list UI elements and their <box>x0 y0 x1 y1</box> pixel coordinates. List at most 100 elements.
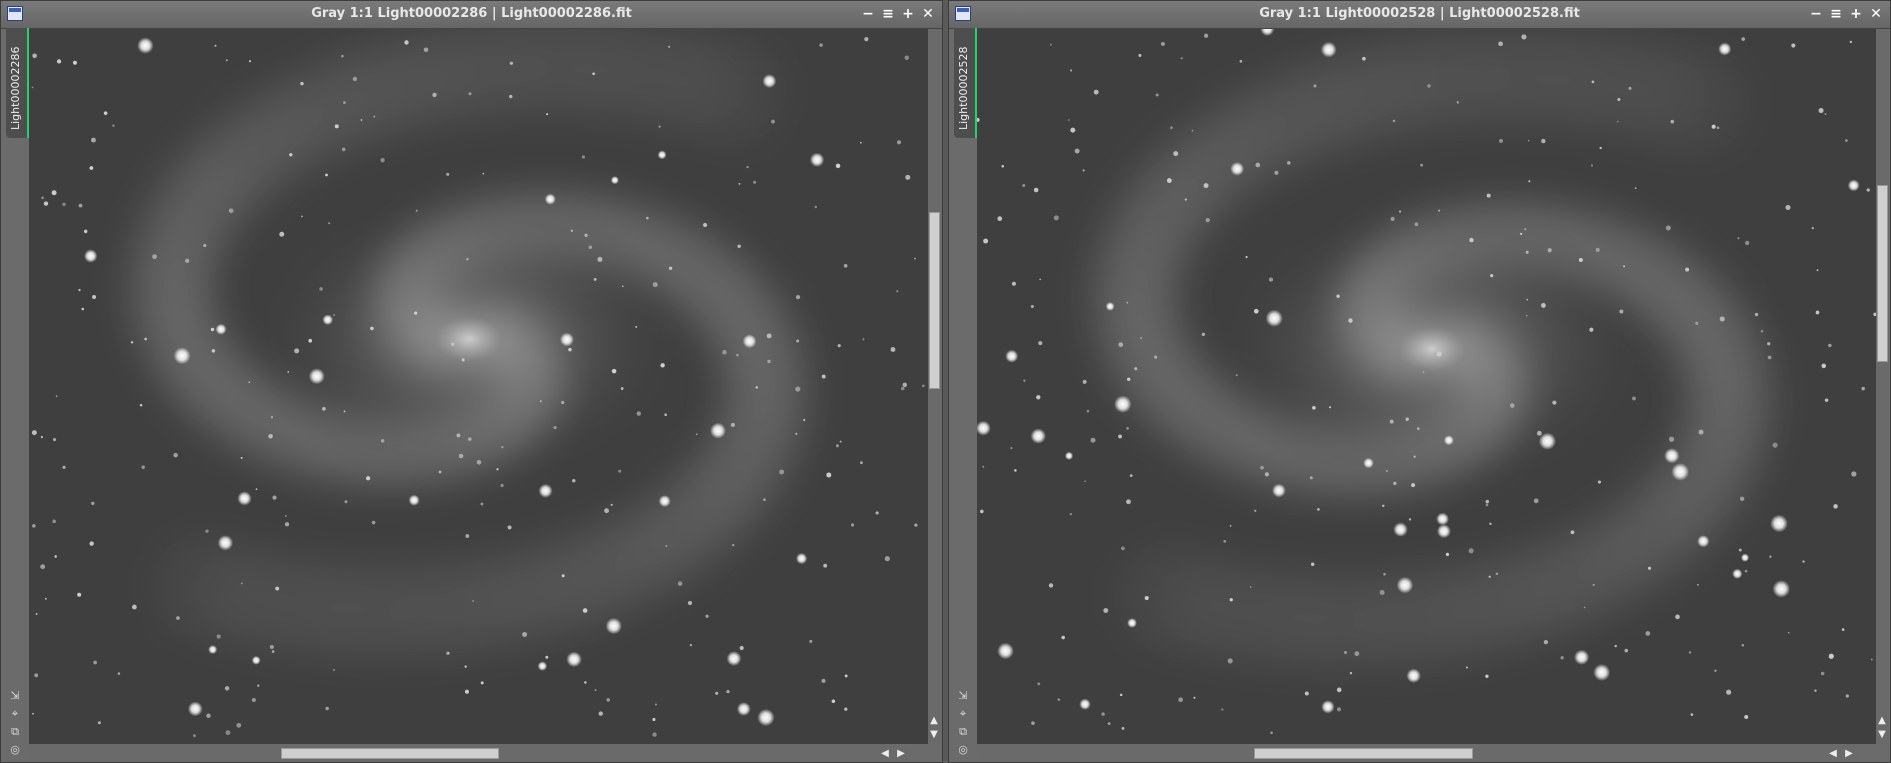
view-identifier-tab[interactable]: Light00002528 <box>954 28 977 138</box>
star <box>1227 658 1233 664</box>
vertical-scrollbar[interactable]: ▲ ▼ <box>928 29 941 744</box>
star <box>83 229 88 234</box>
star <box>1617 97 1621 102</box>
horizontal-scroll-thumb[interactable] <box>1254 748 1473 759</box>
star <box>1166 178 1172 183</box>
star <box>152 254 157 260</box>
star <box>636 411 641 416</box>
star <box>1490 274 1494 278</box>
vertical-scroll-thumb[interactable] <box>929 212 940 389</box>
star <box>1274 170 1279 175</box>
maximize-icon[interactable]: + <box>900 5 916 23</box>
scroll-up-icon[interactable]: ▲ <box>1876 716 1888 726</box>
star <box>137 37 154 54</box>
star <box>1272 483 1286 498</box>
star <box>537 661 548 671</box>
star <box>284 522 290 527</box>
horizontal-scroll-thumb[interactable] <box>281 748 500 759</box>
clone-view-icon[interactable]: ⧉ <box>8 725 22 739</box>
star <box>795 295 801 300</box>
maximize-icon[interactable]: + <box>1848 5 1864 23</box>
star <box>56 59 62 64</box>
image-window-right[interactable]: Gray 1:1 Light00002528 | Light00002528.f… <box>948 0 1891 763</box>
star <box>1255 162 1261 168</box>
vertical-scrollbar[interactable]: ▲ ▼ <box>1876 29 1889 744</box>
star <box>371 520 376 525</box>
shade-icon[interactable]: ≡ <box>880 5 896 23</box>
star <box>1468 548 1474 554</box>
scroll-right-icon[interactable]: ▶ <box>1843 749 1855 759</box>
star <box>1695 321 1699 325</box>
star <box>1617 120 1619 123</box>
star <box>1469 237 1474 243</box>
star <box>1205 218 1210 223</box>
star <box>1070 127 1076 133</box>
clone-view-icon[interactable]: ⧉ <box>956 725 970 739</box>
star <box>584 681 587 684</box>
star <box>1154 355 1158 359</box>
star <box>1127 377 1131 381</box>
mask-view-icon[interactable]: ◎ <box>956 743 970 757</box>
minimize-icon[interactable]: − <box>860 5 876 23</box>
star <box>1287 161 1291 165</box>
star <box>1760 329 1764 333</box>
star <box>32 53 37 59</box>
image-window-left[interactable]: Gray 1:1 Light00002286 | Light00002286.f… <box>0 0 943 763</box>
star <box>43 201 49 206</box>
star <box>300 81 304 86</box>
star <box>572 478 576 483</box>
star <box>1675 614 1680 620</box>
astro-image-viewport[interactable] <box>977 29 1877 744</box>
star <box>465 534 470 538</box>
minimize-icon[interactable]: − <box>1808 5 1824 23</box>
star <box>83 249 98 263</box>
fit-view-icon[interactable]: ⇲ <box>8 689 22 703</box>
star <box>1772 580 1791 598</box>
star <box>130 341 134 344</box>
star <box>1814 689 1817 692</box>
star <box>480 502 484 506</box>
astro-image-viewport[interactable] <box>29 29 929 744</box>
star <box>1093 89 1099 95</box>
star <box>352 76 358 82</box>
star <box>380 439 385 443</box>
close-icon[interactable]: ✕ <box>920 5 936 23</box>
center-view-icon[interactable]: ⌖ <box>8 707 22 721</box>
window-titlebar[interactable]: Gray 1:1 Light00002286 | Light00002286.f… <box>1 1 942 29</box>
view-identifier-tab[interactable]: Light00002286 <box>6 28 29 138</box>
star <box>1328 406 1332 409</box>
scroll-left-icon[interactable]: ◀ <box>1827 749 1839 759</box>
star <box>1126 301 1129 304</box>
scroll-right-icon[interactable]: ▶ <box>895 749 907 759</box>
window-titlebar[interactable]: Gray 1:1 Light00002528 | Light00002528.f… <box>949 1 1890 29</box>
scroll-down-icon[interactable]: ▼ <box>1876 730 1888 740</box>
star <box>1126 499 1131 505</box>
scroll-down-icon[interactable]: ▼ <box>928 730 940 740</box>
vertical-scroll-thumb[interactable] <box>1877 185 1888 362</box>
star <box>654 703 657 706</box>
horizontal-scrollbar[interactable]: ◀ ▶ <box>977 746 1857 761</box>
star <box>553 425 557 430</box>
center-view-icon[interactable]: ⌖ <box>956 707 970 721</box>
shade-icon[interactable]: ≡ <box>1828 5 1844 23</box>
star <box>300 215 303 218</box>
star <box>652 717 656 722</box>
star <box>1121 546 1125 551</box>
star <box>241 582 243 585</box>
star <box>677 581 683 586</box>
star <box>1317 508 1320 511</box>
horizontal-scrollbar[interactable]: ◀ ▶ <box>29 746 909 761</box>
star <box>141 465 145 469</box>
star <box>771 119 775 124</box>
scroll-up-icon[interactable]: ▲ <box>928 716 940 726</box>
scroll-left-icon[interactable]: ◀ <box>879 749 891 759</box>
close-icon[interactable]: ✕ <box>1868 5 1884 23</box>
fit-view-icon[interactable]: ⇲ <box>956 689 970 703</box>
star <box>1828 653 1834 659</box>
star <box>726 689 730 694</box>
star <box>1138 53 1142 57</box>
star <box>795 552 808 565</box>
mask-view-icon[interactable]: ◎ <box>8 743 22 757</box>
star <box>32 524 36 528</box>
star <box>54 555 57 558</box>
